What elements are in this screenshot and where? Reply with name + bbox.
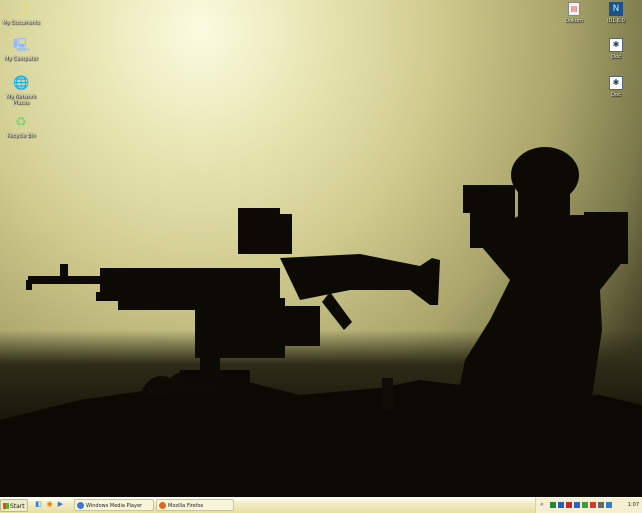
desktop-icon-file[interactable]: ▤ Dokum — [554, 2, 594, 24]
taskbar-window-media-player[interactable]: Windows Media Player — [74, 499, 154, 511]
my-documents-icon: 🗀 — [14, 2, 28, 17]
tray-app-icon-5[interactable] — [582, 502, 588, 508]
my-computer-icon: 🖳 — [13, 38, 31, 53]
network-places-icon: 🌐 — [13, 76, 30, 91]
start-button[interactable]: Start — [0, 499, 28, 512]
tray-app-icon-3[interactable] — [566, 502, 572, 508]
desktop-icon-my-documents[interactable]: 🗀 My Documents — [1, 2, 41, 26]
taskbar-window-firefox[interactable]: Mozilla Firefox — [156, 499, 234, 511]
tray-app-icon-6[interactable] — [590, 502, 596, 508]
wallpaper-silhouette — [0, 147, 642, 497]
document-file-icon: ✱ — [609, 38, 623, 52]
browser-quicklaunch-icon[interactable]: ◉ — [45, 500, 54, 509]
tray-app-icon-4[interactable] — [574, 502, 580, 508]
tray-volume-icon[interactable] — [598, 502, 604, 508]
system-tray: « 1:07 — [535, 498, 642, 513]
desktop-icon-network-places[interactable]: 🌐 My Network Places — [1, 76, 41, 106]
windows-logo-icon — [3, 503, 9, 509]
desktop-icon-document-1[interactable]: ✱ Doc — [596, 38, 636, 60]
media-quicklaunch-icon[interactable]: ▶ — [56, 500, 65, 509]
desktop-icon-my-computer[interactable]: 🖳 My Computer — [1, 38, 41, 62]
tray-expand-icon[interactable]: « — [540, 501, 546, 508]
app-shortcut-icon: N — [609, 2, 623, 16]
taskbar-clock[interactable]: 1:07 — [628, 498, 639, 513]
media-player-icon — [77, 502, 84, 509]
desktop-icon-recycle-bin[interactable]: ♻ Recycle Bin — [1, 115, 41, 139]
tray-network-icon[interactable] — [606, 502, 612, 508]
recycle-bin-icon: ♻ — [15, 115, 27, 130]
desktop: 🗀 My Documents 🖳 My Computer 🌐 My Networ… — [0, 0, 642, 497]
start-label: Start — [10, 503, 25, 510]
firefox-icon — [159, 502, 166, 509]
tray-app-icon-1[interactable] — [550, 502, 556, 508]
tray-app-icon-2[interactable] — [558, 502, 564, 508]
taskbar: Start ◧ ◉ ▶ Windows Media Player Mozilla… — [0, 497, 642, 513]
document-file-icon-2: ✱ — [609, 76, 623, 90]
file-icon: ▤ — [568, 2, 580, 16]
show-desktop-icon[interactable]: ◧ — [34, 500, 43, 509]
desktop-icon-app-shortcut[interactable]: N IDL 6.0 — [596, 2, 636, 24]
desktop-icon-document-2[interactable]: ✱ Doc — [596, 76, 636, 98]
